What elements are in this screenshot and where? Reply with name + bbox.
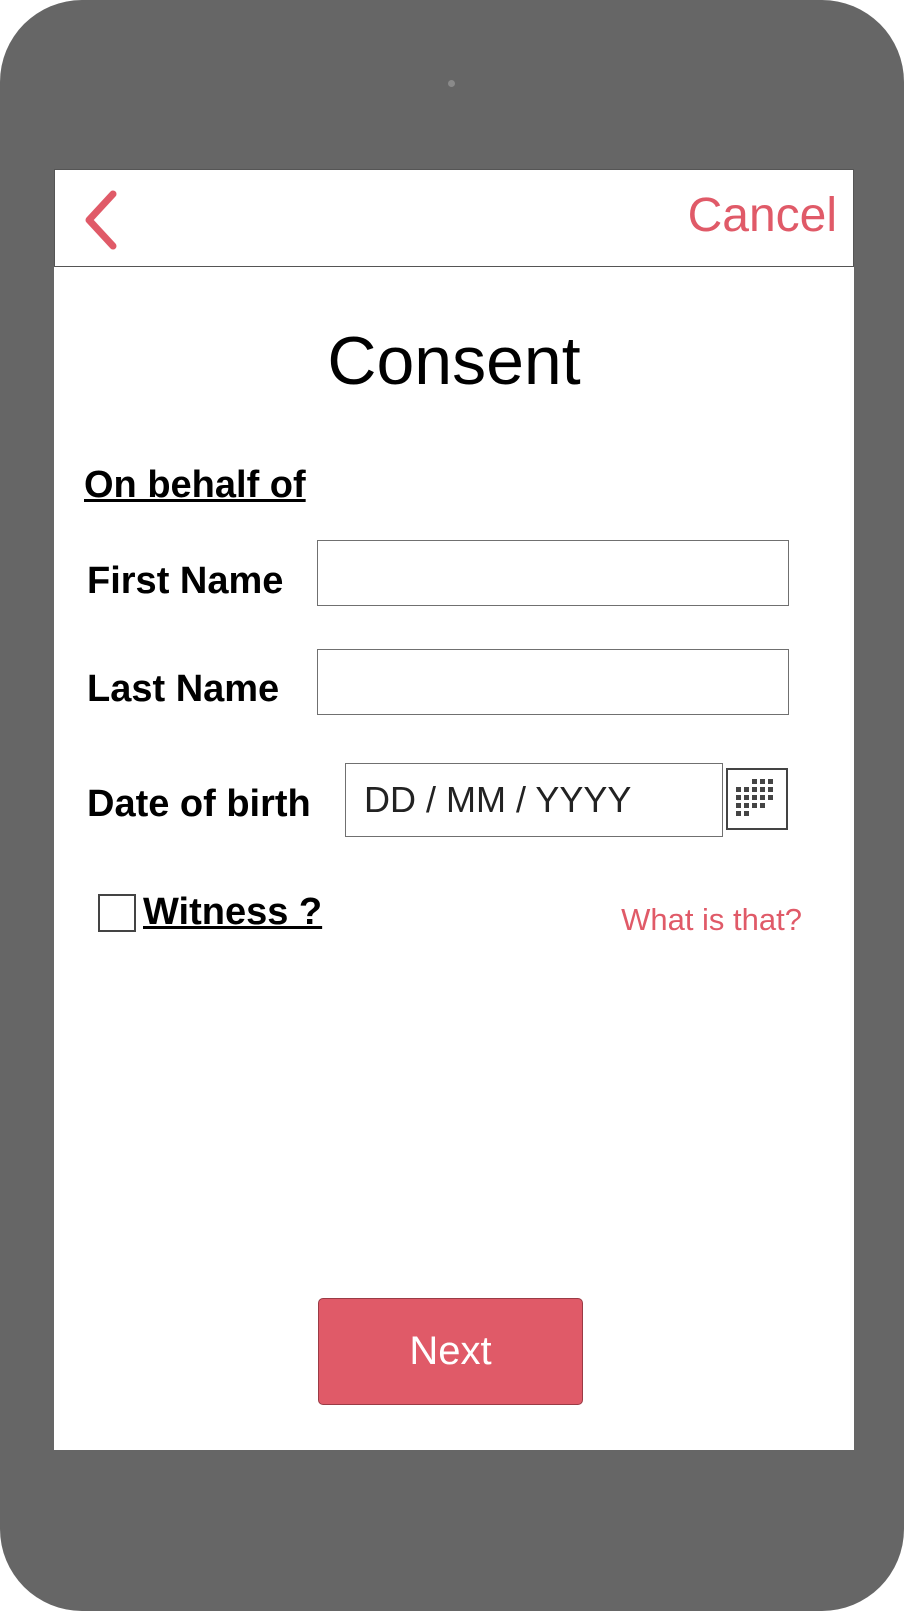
calendar-grid-icon [736,779,773,816]
cancel-button[interactable]: Cancel [688,192,837,240]
page-title: Consent [327,323,581,399]
first-name-input[interactable] [317,540,789,606]
back-button[interactable] [81,190,125,250]
chevron-left-icon [85,190,117,250]
app-screen: Cancel Consent On behalf of First Name L… [54,169,854,1450]
first-name-label: First Name [87,560,284,602]
what-is-that-link[interactable]: What is that? [621,904,802,935]
witness-checkbox[interactable] [98,894,136,932]
date-picker-button[interactable] [726,768,788,830]
witness-label[interactable]: Witness ? [143,893,322,931]
date-of-birth-label: Date of birth [87,783,311,825]
next-button[interactable]: Next [318,1298,583,1405]
date-of-birth-input[interactable] [345,763,723,837]
phone-frame: Cancel Consent On behalf of First Name L… [0,0,904,1611]
last-name-input[interactable] [317,649,789,715]
last-name-label: Last Name [87,668,280,710]
section-heading: On behalf of [84,464,306,506]
camera-dot [448,80,455,87]
top-bar: Cancel [54,169,854,267]
